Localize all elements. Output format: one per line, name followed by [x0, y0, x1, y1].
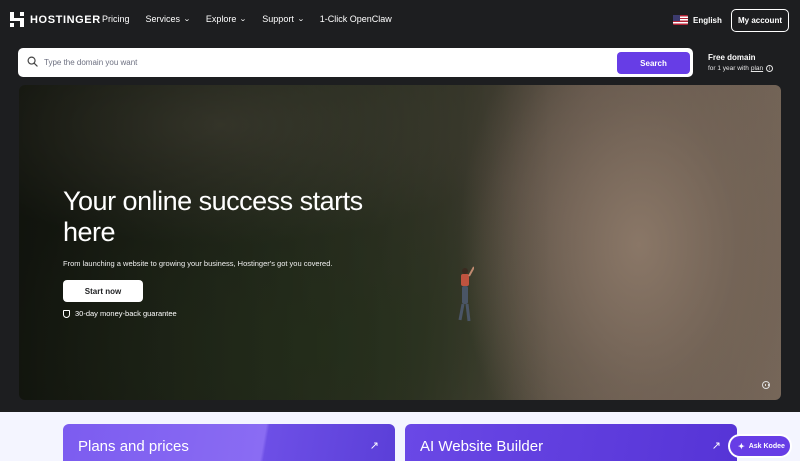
free-domain-title: Free domain	[708, 53, 756, 62]
ask-kodee-label: Ask Kodee	[748, 442, 785, 450]
language-selector[interactable]: English	[673, 15, 722, 25]
climber-image	[458, 266, 474, 322]
nav-item-openclaw[interactable]: 1-Click OpenClaw	[320, 14, 392, 24]
domain-search-bar: Search	[18, 48, 693, 77]
video-pause-icon[interactable]	[762, 381, 770, 389]
free-domain-promo: Free domain for 1 year with plan i	[708, 53, 774, 72]
nav-item-explore[interactable]: Explore ⌄	[205, 14, 248, 24]
nav-label: 1-Click OpenClaw	[319, 14, 392, 24]
guarantee-text: 30-day money-back guarantee	[75, 309, 177, 318]
nav-label: Support	[262, 14, 294, 24]
money-back-guarantee: 30-day money-back guarantee	[63, 309, 177, 318]
arrow-up-right-icon: ↗	[369, 440, 379, 452]
chevron-down-icon: ⌄	[183, 16, 191, 23]
hero-subtitle: From launching a website to growing your…	[63, 259, 333, 268]
nav-label: Services	[145, 14, 181, 24]
chevron-down-icon: ⌄	[296, 16, 305, 23]
shield-icon	[63, 309, 70, 318]
sparkle-icon: ✦	[738, 441, 745, 451]
nav-item-support[interactable]: Support ⌄	[262, 14, 305, 24]
hero-banner: Your online success starts here From lau…	[19, 85, 781, 400]
nav-label: Explore	[205, 14, 237, 24]
card-title: AI Website Builder	[420, 438, 544, 455]
us-flag-icon	[673, 15, 688, 25]
nav-label: Pricing	[102, 14, 130, 24]
free-domain-text: for 1 year with	[708, 65, 749, 72]
brand-name: HOSTINGER	[30, 13, 101, 26]
language-label: English	[693, 15, 722, 25]
product-cards-section: Plans and prices ↗ AI Website Builder ↗	[0, 412, 800, 461]
nav-item-services[interactable]: Services ⌄	[145, 14, 191, 24]
ask-kodee-button[interactable]: ✦ Ask Kodee	[730, 436, 790, 456]
card-title: Plans and prices	[78, 438, 189, 455]
arrow-up-right-icon: ↗	[711, 440, 721, 452]
hostinger-logo-icon	[10, 12, 24, 27]
my-account-button[interactable]: My account	[731, 9, 789, 32]
search-icon	[27, 56, 38, 67]
free-domain-subtitle: for 1 year with plan i	[708, 65, 774, 72]
start-now-button[interactable]: Start now	[63, 280, 143, 302]
search-button[interactable]: Search	[617, 52, 690, 74]
domain-search-input[interactable]	[44, 54, 624, 71]
plans-and-prices-card[interactable]: Plans and prices ↗	[63, 424, 395, 461]
plan-link[interactable]: plan	[751, 65, 763, 72]
info-icon[interactable]: i	[766, 65, 774, 72]
chevron-down-icon: ⌄	[239, 16, 248, 23]
hero-title: Your online success starts here	[63, 186, 363, 247]
nav-links: Pricing Services ⌄ Explore ⌄ Support ⌄ 1-Cl…	[102, 14, 392, 24]
nav-item-pricing[interactable]: Pricing	[102, 14, 130, 24]
ai-website-builder-card[interactable]: AI Website Builder ↗	[405, 424, 737, 461]
top-nav: HOSTINGER Pricing Services ⌄ Explore ⌄ Sup…	[0, 0, 800, 42]
brand-logo[interactable]: HOSTINGER	[10, 12, 101, 27]
